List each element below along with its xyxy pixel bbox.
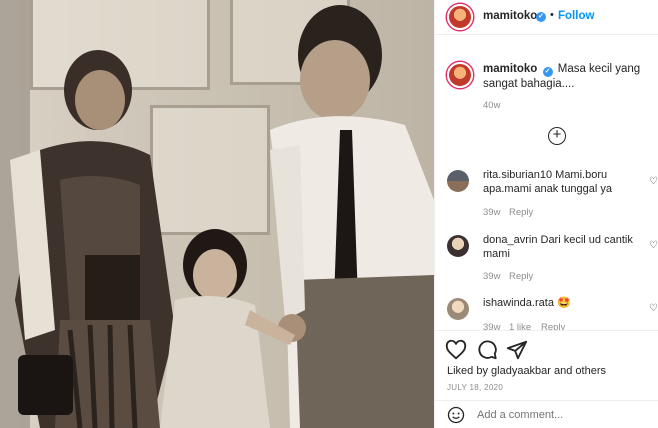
paper-plane-icon[interactable] <box>506 339 528 361</box>
comment-like-heart-icon[interactable]: ♡ <box>649 176 658 187</box>
follow-button[interactable]: Follow <box>558 10 594 22</box>
comment-username[interactable]: dona_avrin <box>483 234 537 246</box>
verified-badge-icon: ✓ <box>536 12 546 22</box>
comment-avatar[interactable] <box>447 298 469 320</box>
caption-avatar[interactable] <box>447 62 473 88</box>
heart-icon[interactable] <box>445 339 467 361</box>
comment-age: 39w <box>483 207 501 218</box>
comment-body: 🤩 <box>557 297 571 309</box>
author-avatar[interactable] <box>447 4 473 30</box>
comment-reply-button[interactable]: Reply <box>509 207 533 218</box>
post-date: JULY 18, 2020 <box>447 383 504 392</box>
post-side-panel: mamitoko ✓ • Follow mamitoko ✓ Masa keci… <box>434 0 658 428</box>
comment-text: rita.siburian10 Mami.boru apa.mami anak … <box>483 168 653 196</box>
emoji-icon[interactable] <box>447 406 465 424</box>
photo-figures <box>10 5 434 428</box>
caption-age: 40w <box>483 100 501 111</box>
comment-text: ishawinda.rata 🤩 <box>483 296 653 310</box>
load-more-comments-icon[interactable]: + <box>548 127 566 145</box>
comment-text: dona_avrin Dari kecil ud cantik mami <box>483 233 653 261</box>
post-photo[interactable] <box>0 0 434 428</box>
comment-username[interactable]: ishawinda.rata <box>483 297 554 309</box>
add-comment-input[interactable] <box>477 409 647 421</box>
post-header: mamitoko ✓ • Follow <box>435 0 658 35</box>
comment-avatar[interactable] <box>447 170 469 192</box>
comment-username[interactable]: rita.siburian10 <box>483 169 552 181</box>
liked-by-text[interactable]: Liked by gladyaakbar and others <box>447 365 606 377</box>
author-username[interactable]: mamitoko <box>483 10 537 22</box>
comment-bubble-icon[interactable] <box>476 339 498 361</box>
comment-like-heart-icon[interactable]: ♡ <box>649 303 658 314</box>
comment-age: 39w <box>483 271 501 282</box>
add-comment-bar <box>435 400 658 428</box>
verified-badge-icon: ✓ <box>542 67 553 77</box>
comment-avatar[interactable] <box>447 235 469 257</box>
header-separator: • <box>550 9 554 21</box>
caption-username[interactable]: mamitoko <box>483 63 537 75</box>
comment-like-heart-icon[interactable]: ♡ <box>649 240 658 251</box>
caption: mamitoko ✓ Masa kecil yang sangat bahagi… <box>483 62 653 92</box>
comment-reply-button[interactable]: Reply <box>509 271 533 282</box>
